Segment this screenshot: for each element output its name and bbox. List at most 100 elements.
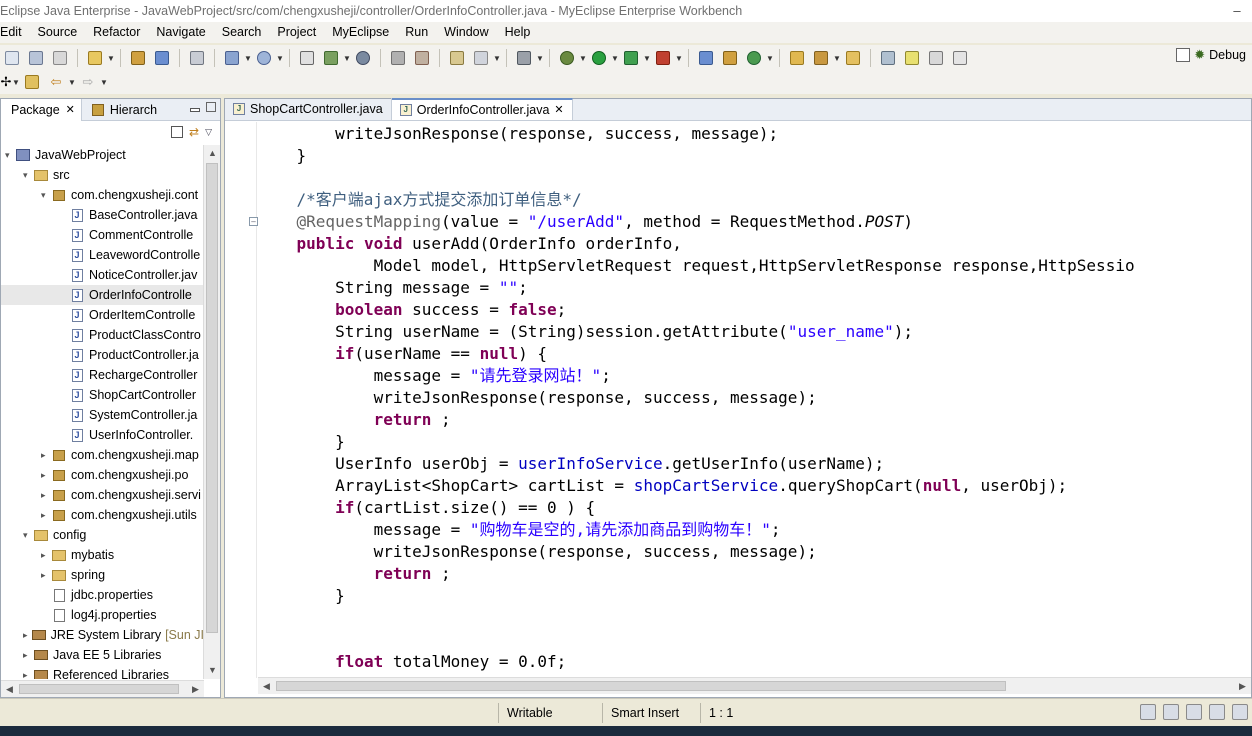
tree-horizontal-scrollbar[interactable]: ◀ ▶ (1, 680, 204, 697)
chevron-down-icon[interactable]: ▼ (579, 54, 587, 63)
collapsed-arrow-icon[interactable]: ▸ (41, 485, 51, 505)
chevron-down-icon[interactable]: ▼ (536, 54, 544, 63)
tree-item[interactable]: ▾ src (1, 165, 204, 185)
editor-horizontal-scrollbar[interactable]: ◀ ▶ (258, 677, 1251, 694)
menu-myeclipse[interactable]: MyEclipse (324, 22, 397, 43)
checklist-icon[interactable] (1186, 704, 1202, 720)
collapsed-arrow-icon[interactable]: ▸ (23, 645, 33, 665)
show-whitespace-icon[interactable] (949, 47, 971, 69)
tree-item[interactable]: ▾ JavaWebProject (1, 145, 204, 165)
menu-edit[interactable]: Edit (0, 22, 30, 43)
camera-icon[interactable] (513, 47, 535, 69)
tasks-icon[interactable] (1163, 704, 1179, 720)
chevron-down-icon[interactable]: ▼ (766, 54, 774, 63)
collapsed-arrow-icon[interactable]: ▸ (41, 465, 51, 485)
folder-open-icon[interactable] (842, 47, 864, 69)
new-wizard-icon[interactable] (84, 47, 106, 69)
close-icon[interactable]: ✕ (66, 99, 75, 121)
menu-navigate[interactable]: Navigate (148, 22, 213, 43)
tree-item[interactable]: J ProductController.ja (1, 345, 204, 365)
highlight-icon[interactable] (901, 47, 923, 69)
menu-source[interactable]: Source (30, 22, 86, 43)
scroll-left-icon[interactable]: ◀ (258, 678, 275, 695)
chevron-down-icon[interactable]: ▼ (244, 54, 252, 63)
server-icon[interactable] (186, 47, 208, 69)
tree-item[interactable]: J NoticeController.jav (1, 265, 204, 285)
expanded-arrow-icon[interactable]: ▾ (5, 145, 15, 165)
external-tools-icon[interactable] (652, 47, 674, 69)
menu-project[interactable]: Project (269, 22, 324, 43)
tree-item[interactable]: J ProductClassContro (1, 325, 204, 345)
new-package-icon[interactable] (719, 47, 741, 69)
annotation-icon[interactable] (877, 47, 899, 69)
close-icon[interactable]: ✕ (554, 100, 563, 121)
save-icon[interactable] (25, 47, 47, 69)
scroll-up-icon[interactable]: ▲ (204, 145, 221, 162)
sync-icon[interactable] (320, 47, 342, 69)
run-last-icon[interactable] (620, 47, 642, 69)
brush-icon[interactable] (810, 47, 832, 69)
tab-shopcartcontroller[interactable]: J ShopCartController.java (225, 98, 392, 120)
tree-item[interactable]: J LeavewordControlle (1, 245, 204, 265)
tree-item[interactable]: ▸ Referenced Libraries (1, 665, 204, 679)
open-folder-icon[interactable] (786, 47, 808, 69)
tree-item[interactable]: ▾ com.chengxusheji.cont (1, 185, 204, 205)
layout-icon[interactable] (296, 47, 318, 69)
chevron-down-icon[interactable]: ▼ (833, 54, 841, 63)
tab-hierarchy[interactable]: Hierarch (82, 99, 163, 121)
report-icon[interactable] (470, 47, 492, 69)
search-icon[interactable] (253, 47, 275, 69)
chevron-down-icon[interactable]: ▼ (100, 78, 108, 87)
tree-item[interactable]: J OrderInfoControlle (1, 285, 204, 305)
perspective-debug[interactable]: ✹ Debug (1176, 47, 1246, 63)
editor-gutter[interactable] (225, 122, 257, 678)
chevron-down-icon[interactable]: ▼ (675, 54, 683, 63)
collapsed-arrow-icon[interactable]: ▸ (23, 625, 32, 645)
menu-run[interactable]: Run (397, 22, 436, 43)
scroll-thumb[interactable] (276, 681, 1006, 691)
chevron-down-icon[interactable]: ▼ (276, 54, 284, 63)
back-icon[interactable]: ⇦ (45, 71, 67, 93)
collapsed-arrow-icon[interactable]: ▸ (23, 665, 33, 679)
chevron-down-icon[interactable]: ▼ (493, 54, 501, 63)
open-type-icon[interactable] (127, 47, 149, 69)
code-area[interactable]: writeJsonResponse(response, success, mes… (258, 123, 1252, 677)
expanded-arrow-icon[interactable]: ▾ (23, 525, 33, 545)
minimize-icon[interactable]: – (1222, 0, 1252, 22)
scroll-left-icon[interactable]: ◀ (1, 681, 18, 698)
new-java-project-icon[interactable] (695, 47, 717, 69)
tree-item[interactable]: J UserInfoController. (1, 425, 204, 445)
tree-item[interactable]: J BaseController.java (1, 205, 204, 225)
deploy-icon[interactable] (221, 47, 243, 69)
menu-refactor[interactable]: Refactor (85, 22, 148, 43)
tree-item[interactable]: ▸ spring (1, 565, 204, 585)
menu-window[interactable]: Window (436, 22, 496, 43)
tree-vertical-scrollbar[interactable]: ▲ ▼ (203, 145, 220, 679)
chevron-down-icon[interactable]: ▼ (611, 54, 619, 63)
collapse-all-icon[interactable] (171, 126, 184, 138)
last-edit-icon[interactable] (21, 71, 43, 93)
tree-item[interactable]: J OrderItemControlle (1, 305, 204, 325)
chevron-down-icon[interactable]: ▼ (12, 78, 20, 87)
tree-item[interactable]: J SystemController.ja (1, 405, 204, 425)
tree-item[interactable]: J ShopCartController (1, 385, 204, 405)
globe-icon[interactable] (352, 47, 374, 69)
tab-package-explorer[interactable]: Package ✕ (1, 98, 82, 121)
expanded-arrow-icon[interactable]: ▾ (23, 165, 33, 185)
expanded-arrow-icon[interactable]: ▾ (41, 185, 51, 205)
link-with-editor-icon[interactable]: ⇄ (189, 125, 199, 139)
new-class-icon[interactable] (743, 47, 765, 69)
open-perspective-icon[interactable] (1176, 48, 1191, 62)
pin-icon[interactable]: ✢ (1, 71, 12, 93)
tree-item[interactable]: ▸ com.chengxusheji.po (1, 465, 204, 485)
scroll-thumb[interactable] (206, 163, 218, 633)
collapsed-arrow-icon[interactable]: ▸ (41, 545, 51, 565)
debug-icon[interactable] (556, 47, 578, 69)
collapsed-arrow-icon[interactable]: ▸ (41, 505, 51, 525)
scroll-right-icon[interactable]: ▶ (1234, 678, 1251, 695)
tab-orderinfocontroller[interactable]: J OrderInfoController.java ✕ (391, 98, 573, 121)
collapsed-arrow-icon[interactable]: ▸ (41, 445, 51, 465)
tree-item[interactable]: ▸ com.chengxusheji.utils (1, 505, 204, 525)
tree-item[interactable]: ▾ config (1, 525, 204, 545)
fold-collapse-icon[interactable]: – (249, 217, 258, 226)
